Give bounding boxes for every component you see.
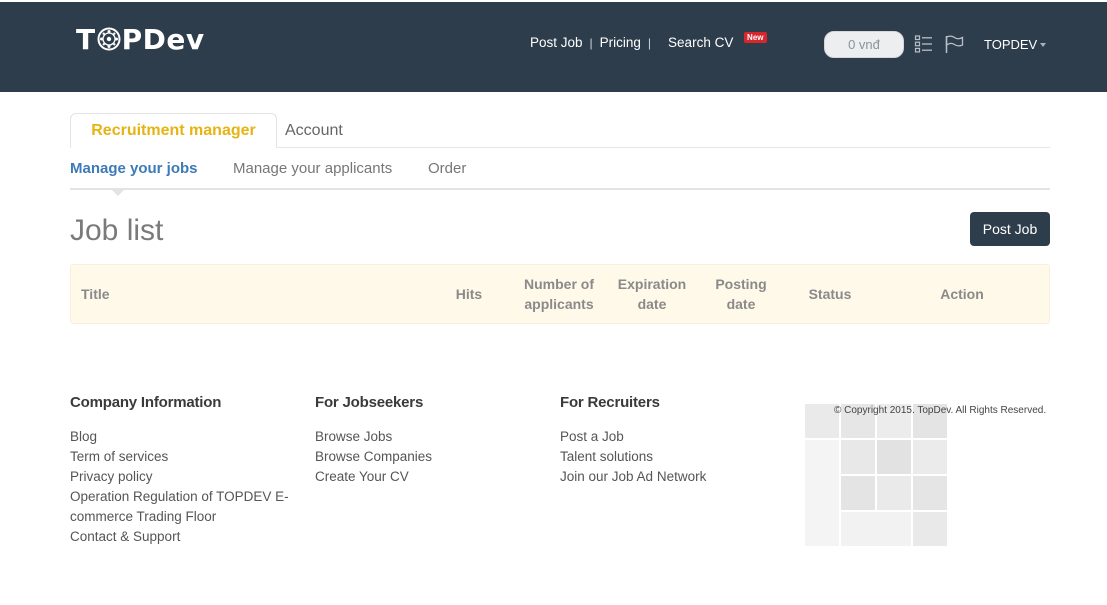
column-action[interactable]: Action [927,265,997,323]
footer-heading: For Jobseekers [315,394,424,411]
copyright-text: © Copyright 2015. TopDev. All Rights Res… [834,405,1047,416]
footer-link-blog[interactable]: Blog [70,427,300,447]
job-table-header: Title Hits Number of applicants Expirati… [70,264,1050,324]
column-number-of-applicants[interactable]: Number of applicants [514,265,604,323]
footer-link-job-ad-network[interactable]: Join our Job Ad Network [560,467,780,487]
footer-link-create-cv[interactable]: Create Your CV [315,467,535,487]
sub-navigation: Manage your jobs Manage your applicants … [70,152,1050,196]
column-label-line: Expiration [617,276,687,292]
column-label-line: date [637,296,667,312]
footer-link-talent-solutions[interactable]: Talent solutions [560,447,780,467]
logo-text-end: PDev [121,22,205,56]
footer-company-column: Company Information Blog Term of service… [70,394,300,547]
column-hits[interactable]: Hits [441,265,497,323]
topdev-logo[interactable]: T PDev [76,22,205,56]
column-label-line: date [726,296,756,312]
new-badge: New [744,32,767,43]
footer-link-privacy[interactable]: Privacy policy [70,467,300,487]
post-job-button[interactable]: Post Job [970,212,1050,246]
footer-jobseekers-column: For Jobseekers Browse Jobs Browse Compan… [315,394,535,487]
footer-link-browse-companies[interactable]: Browse Companies [315,447,535,467]
page-title: Job list [70,214,164,247]
user-name: TOPDEV [984,37,1038,52]
column-label-line: applicants [524,296,594,312]
nav-search-cv[interactable]: Search CV [668,35,733,50]
footer-heading: Company Information [70,394,222,411]
footer-recruiters-column: For Recruiters Post a Job Talent solutio… [560,394,780,487]
column-label-line: Number of [524,276,594,292]
footer-link-regulation[interactable]: Operation Regulation of TOPDEV E-commerc… [70,487,300,527]
subnav-manage-jobs[interactable]: Manage your jobs [70,160,198,177]
globe-icon [97,27,121,51]
active-indicator-arrow [110,188,126,196]
nav-separator: | [589,35,593,50]
footer-link-browse-jobs[interactable]: Browse Jobs [315,427,535,447]
flag-icon[interactable] [944,34,964,54]
footer-heading: For Recruiters [560,394,660,411]
nav-search-cv-wrapper: Search CV New [668,32,767,50]
subnav-order[interactable]: Order [428,160,466,177]
column-label-line: Posting [715,276,767,292]
column-posting-date[interactable]: Posting date [701,265,781,323]
decorative-tile-mosaic [805,404,949,548]
tab-account[interactable]: Account [285,113,343,148]
footer-link-post-a-job[interactable]: Post a Job [560,427,780,447]
column-title[interactable]: Title [81,265,110,323]
header-nav: Post Job | Pricing | Search CV New [530,32,767,50]
subnav-manage-applicants[interactable]: Manage your applicants [233,160,392,177]
balance-display[interactable]: 0 vnđ [824,31,904,58]
logo-text-start: T [76,22,96,56]
chevron-down-icon [1040,42,1047,47]
footer-link-contact[interactable]: Contact & Support [70,527,300,547]
top-header: T PDev Post Job | Pricing | Search CV Ne… [0,0,1107,92]
main-tabs: Recruitment manager Account [70,113,1050,148]
tab-recruitment-manager[interactable]: Recruitment manager [70,113,277,148]
column-status[interactable]: Status [795,265,865,323]
user-menu[interactable]: TOPDEV [984,37,1047,52]
nav-separator: | [647,35,652,50]
nav-pricing[interactable]: Pricing [600,35,641,50]
column-expiration-date[interactable]: Expiration date [607,265,697,323]
nav-post-job[interactable]: Post Job [530,35,583,50]
footer-link-terms[interactable]: Term of services [70,447,300,467]
list-icon[interactable] [914,34,934,54]
